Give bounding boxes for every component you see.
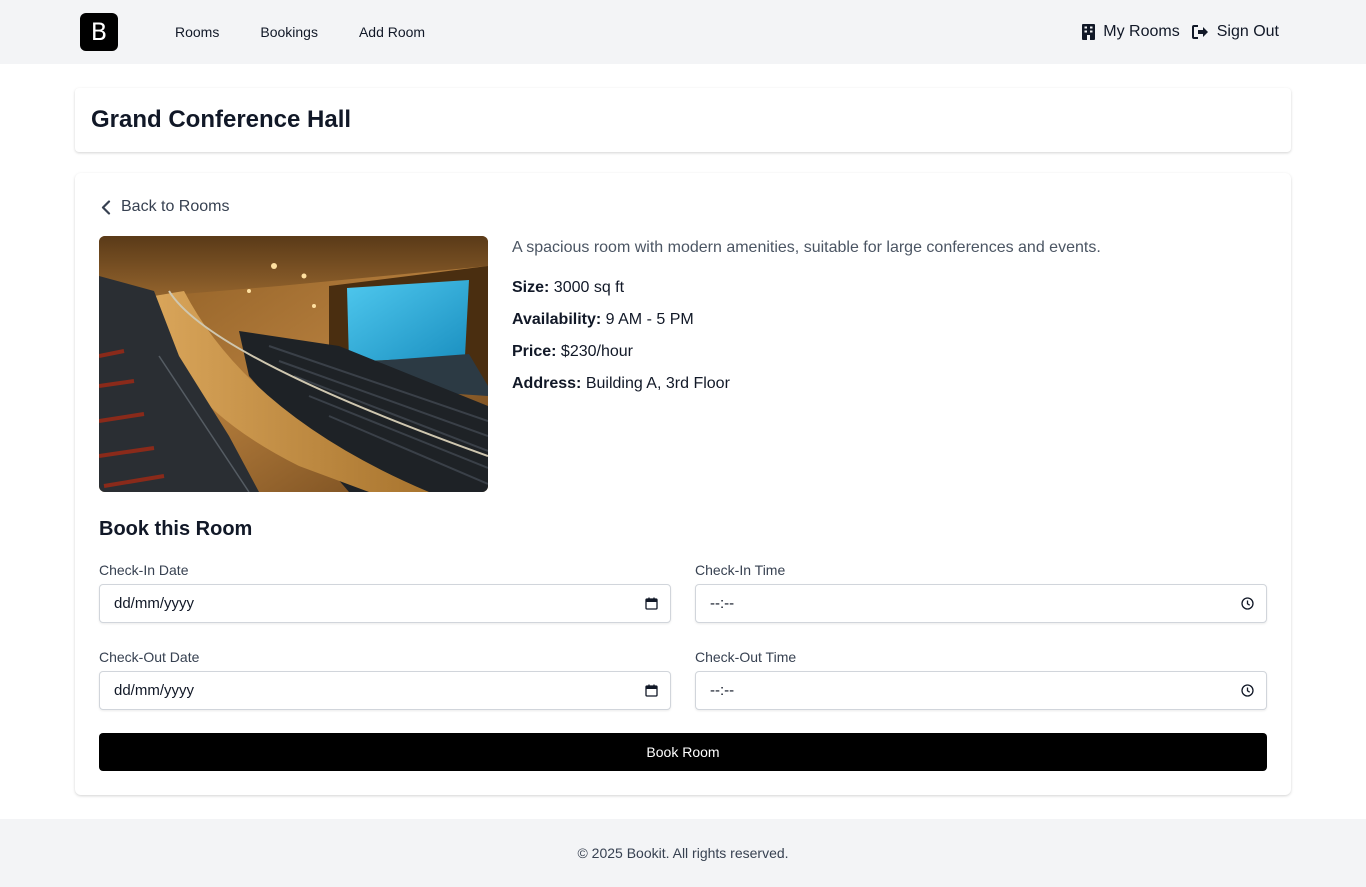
- sign-out-label: Sign Out: [1216, 23, 1279, 40]
- checkout-date-field: Check-Out Date dd/mm/yyyy: [99, 649, 671, 710]
- detail-address-value: Building A, 3rd Floor: [585, 375, 730, 392]
- page-header: Grand Conference Hall: [75, 88, 1291, 152]
- checkin-date-label: Check-In Date: [99, 562, 189, 578]
- room-details: A spacious room with modern amenities, s…: [512, 237, 1272, 405]
- nav-link-add-room[interactable]: Add Room: [359, 24, 425, 40]
- detail-price-label: Price:: [512, 343, 557, 360]
- detail-size: Size: 3000 sq ft: [512, 277, 1272, 299]
- detail-address: Address: Building A, 3rd Floor: [512, 373, 1272, 395]
- detail-availability: Availability: 9 AM - 5 PM: [512, 309, 1272, 331]
- calendar-icon[interactable]: [645, 684, 658, 697]
- checkout-time-input[interactable]: --:--: [695, 671, 1267, 710]
- nav-user-actions: My Rooms Sign Out: [1082, 0, 1279, 64]
- sign-out-link[interactable]: Sign Out: [1191, 23, 1279, 41]
- checkout-time-field: Check-Out Time --:--: [695, 649, 1267, 710]
- checkout-date-label: Check-Out Date: [99, 649, 200, 665]
- room-description: A spacious room with modern amenities, s…: [512, 239, 1101, 256]
- footer-copyright: © 2025 Bookit. All rights reserved.: [577, 845, 789, 861]
- checkin-date-value: dd/mm/yyyy: [114, 595, 195, 612]
- checkin-date-input[interactable]: dd/mm/yyyy: [99, 584, 671, 623]
- clock-icon[interactable]: [1241, 597, 1254, 610]
- my-rooms-label: My Rooms: [1103, 23, 1180, 40]
- checkin-time-value: --:--: [710, 595, 735, 612]
- detail-price-value: $230/hour: [560, 343, 633, 360]
- checkout-time-value: --:--: [710, 682, 735, 699]
- nav-link-rooms[interactable]: Rooms: [175, 24, 219, 40]
- detail-availability-label: Availability:: [512, 311, 602, 328]
- room-detail-card: Back to Rooms A spacious room with moder…: [75, 173, 1291, 795]
- clock-icon[interactable]: [1241, 684, 1254, 697]
- room-photo: [99, 236, 488, 492]
- page-title: Grand Conference Hall: [91, 106, 352, 133]
- checkout-date-input[interactable]: dd/mm/yyyy: [99, 671, 671, 710]
- navbar: B Rooms Bookings Add Room My Rooms Sign …: [0, 0, 1366, 64]
- checkin-time-input[interactable]: --:--: [695, 584, 1267, 623]
- detail-price: Price: $230/hour: [512, 341, 1272, 363]
- checkout-date-value: dd/mm/yyyy: [114, 682, 195, 699]
- back-to-rooms-link[interactable]: Back to Rooms: [101, 198, 229, 216]
- detail-availability-value: 9 AM - 5 PM: [605, 311, 694, 328]
- footer: © 2025 Bookit. All rights reserved.: [0, 819, 1366, 887]
- booking-title: Book this Room: [99, 518, 253, 540]
- nav-link-bookings[interactable]: Bookings: [260, 24, 318, 40]
- book-room-button[interactable]: Book Room: [99, 733, 1267, 771]
- checkin-date-field: Check-In Date dd/mm/yyyy: [99, 562, 671, 623]
- back-label: Back to Rooms: [121, 198, 230, 215]
- building-icon: [1082, 24, 1096, 40]
- checkin-time-label: Check-In Time: [695, 562, 786, 578]
- chevron-left-icon: [101, 199, 111, 215]
- calendar-icon[interactable]: [645, 597, 658, 610]
- my-rooms-link[interactable]: My Rooms: [1082, 23, 1180, 41]
- sign-out-icon: [1191, 25, 1208, 39]
- detail-address-label: Address:: [512, 375, 582, 392]
- checkin-time-field: Check-In Time --:--: [695, 562, 1267, 623]
- brand-logo[interactable]: B: [80, 13, 118, 51]
- nav-links: Rooms Bookings Add Room: [175, 0, 466, 64]
- checkout-time-label: Check-Out Time: [695, 649, 797, 665]
- detail-size-label: Size:: [512, 279, 550, 296]
- detail-size-value: 3000 sq ft: [553, 279, 625, 296]
